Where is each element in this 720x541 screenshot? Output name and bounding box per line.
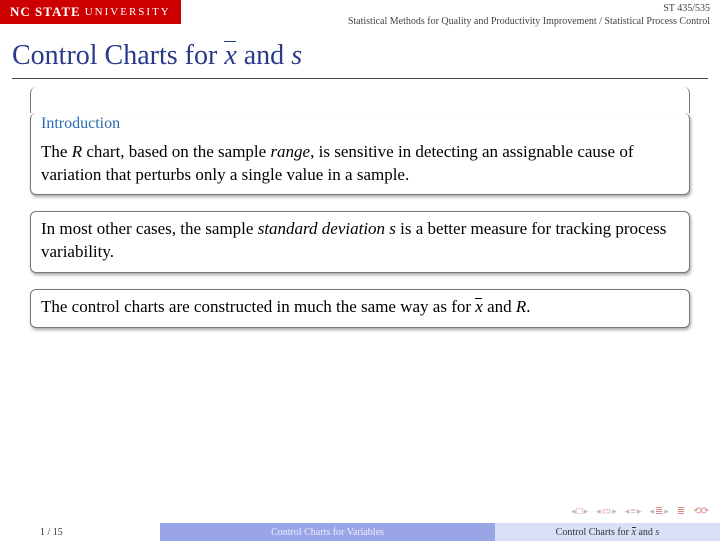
var-R: R: [72, 142, 82, 161]
paragraph-3: The control charts are constructed in mu…: [41, 296, 679, 319]
intro-label: Introduction: [41, 113, 679, 135]
nav-doc[interactable]: ◂≣▸: [649, 506, 668, 517]
ncstate-logo: NC STATE UNIVERSITY: [0, 0, 181, 24]
block-2: In most other cases, the sample standard…: [30, 211, 690, 273]
title-area: Control Charts for x and s: [12, 28, 708, 79]
term-range: range: [270, 142, 310, 161]
nav-undo-icon[interactable]: ⟲⟳: [693, 506, 708, 517]
title-suffix: and: [237, 40, 291, 71]
block-3: The control charts are constructed in mu…: [30, 289, 690, 328]
logo-bold: NC STATE: [10, 4, 81, 20]
footer: 1 / 15 Control Charts for Variables Cont…: [0, 523, 720, 541]
nav-section[interactable]: ◂≡▸: [625, 506, 642, 517]
beamer-nav: ◂□▸ ◂▭▸ ◂≡▸ ◂≣▸ ≣ ⟲⟳: [571, 506, 708, 517]
page-title: Control Charts for x and s: [12, 40, 708, 72]
course-path: Statistical Methods for Quality and Prod…: [348, 15, 710, 28]
nav-frame-back[interactable]: ◂□▸: [571, 506, 588, 517]
nav-subsection[interactable]: ◂▭▸: [596, 506, 617, 517]
footer-section: Control Charts for Variables: [160, 523, 495, 541]
nav-search-icon[interactable]: ≣: [677, 506, 685, 517]
var-R-2: R: [516, 297, 526, 316]
course-code: ST 435/535: [348, 2, 710, 15]
title-prefix: Control Charts for: [12, 40, 224, 71]
title-xbar: x: [224, 40, 236, 71]
term-standard-deviation: standard deviation s: [258, 219, 396, 238]
title-s: s: [291, 40, 302, 71]
course-info: ST 435/535 Statistical Methods for Quali…: [348, 0, 720, 28]
var-xbar: x: [475, 297, 483, 316]
page-counter: 1 / 15: [0, 523, 160, 541]
header: NC STATE UNIVERSITY ST 435/535 Statistic…: [0, 0, 720, 28]
logo-light: UNIVERSITY: [85, 6, 171, 18]
paragraph-1: The R chart, based on the sample range, …: [41, 141, 679, 187]
footer-subsection: Control Charts for x and s: [495, 523, 720, 541]
content: Introduction The R chart, based on the s…: [0, 79, 720, 328]
paragraph-2: In most other cases, the sample standard…: [41, 218, 679, 264]
intro-block: Introduction The R chart, based on the s…: [30, 113, 690, 195]
